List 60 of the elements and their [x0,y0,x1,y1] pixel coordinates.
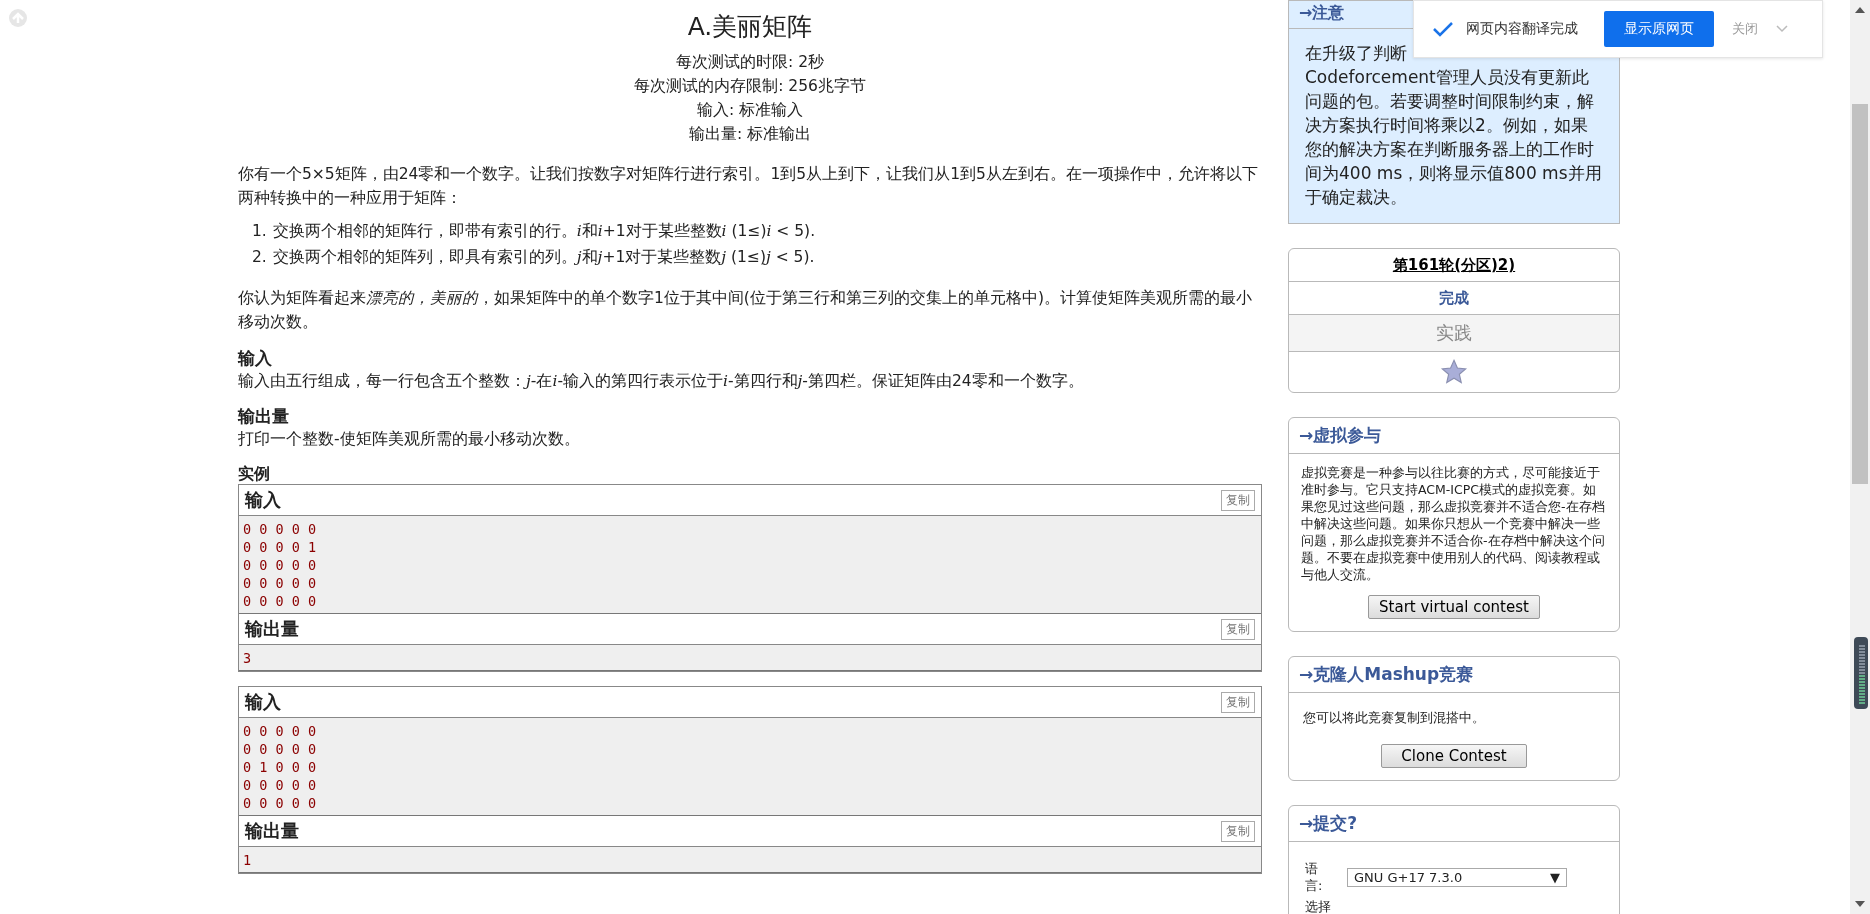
contest-link[interactable]: 第161轮(分区)2) [1392,256,1516,274]
limit-text: 每次测试的时限: 2秒 [675,52,825,73]
mashup-text: 您可以将此竞赛复制到混搭中。 [1302,709,1486,727]
code-line: 0 0 0 0 0 [243,722,318,740]
problem-title: A.美丽矩阵 [686,11,814,43]
code-line: 0 1 0 0 0 [243,758,318,776]
show-original-button[interactable]: 显示原网页 [1604,11,1714,47]
example-output-title: 输出量 [245,819,299,843]
code-line: 0 0 0 0 0 [243,794,318,812]
contest-status: 完成 [1439,289,1469,307]
list-number: 2. [252,247,267,268]
copy-button[interactable]: 复制 [1221,489,1255,511]
language-label: 语言: [1305,860,1324,894]
section-title: 输出量 [238,405,290,428]
scroll-down-icon[interactable] [1854,900,1866,908]
copy-button[interactable]: 复制 [1221,820,1255,842]
copy-button[interactable]: 复制 [1221,618,1255,640]
section-text: 输入由五行组成，每一行包含五个整数：j-在i-输入的第四行表示位于i-第四行和j-第四栏。保证矩阵由24零和一个数字。 [238,371,1085,392]
scrollbar-thumb[interactable] [1852,104,1868,484]
clone-button[interactable]: Clone Contest [1381,744,1527,768]
check-icon [1432,21,1454,37]
examples-title: 实例 [238,464,271,484]
meter-widget-icon[interactable] [1854,637,1868,709]
example-output-title: 输出量 [245,617,299,641]
code-line: 0 0 0 0 0 [243,740,318,758]
code-line: 3 [243,649,253,667]
code-line: 1 [243,851,253,869]
notice-text: 在升级了判断 [1305,42,1408,65]
box-title: →虚拟参与 [1289,418,1619,454]
statement-text: 你有一个5×5矩阵，由24零和一个数字。让我们按数字对矩阵行进行索引。1到5从上到下，让我们从1到5从左到右。在一项操作中，允许将以下两种转换中的一种应用于矩阵： [238,164,1259,209]
close-button[interactable]: 关闭 [1726,19,1764,39]
virtual-text: 虚拟竞赛是一种参与以往比赛的方式，尽可能接近于准时参与。它只支持ACM-ICPC模式的虚拟竞赛。如果您见过这些问题，那么虚拟竞赛并不适合您-在存档中解决这些问题。如果你只想从一个竞赛中解决一些问题，那么虚拟竞赛并不适合你-在存档中解决这个问题。不要在虚拟竞赛中使用别人的代码、阅读教程或与他人交流。 [1301,464,1606,583]
code-line: 0 0 0 0 0 [243,776,318,794]
chevron-down-icon[interactable] [1776,25,1788,33]
code-line: 0 0 0 0 0 [243,520,318,538]
box-title: →克隆人Mashup竞赛 [1289,657,1619,693]
list-number: 1. [252,221,267,242]
operation-text: 交换两个相邻的矩阵行，即带有索引的行。i和i+1对于某些整数i (1≤)i < 5). [272,221,816,242]
example-input-title: 输入 [245,690,281,714]
section-title: 输入 [238,347,273,370]
language-select[interactable]: GNU G+17 7.3.0 ▼ [1347,868,1567,887]
limit-text: 输出量: 标准输出 [687,124,813,145]
section-text: 打印一个整数-使矩阵美观所需的最小移动次数。 [238,429,581,450]
code-line: 0 0 0 0 0 [243,574,318,592]
box-title: →提交? [1289,806,1619,842]
definition-text: 你认为矩阵看起来漂亮的，美丽的，如果矩阵中的单个数字1位于其中间(位于第三行和第三列的交集上的单元格中)。计算使矩阵美观所需的最小移动次数。 [238,288,1253,333]
file-label: 选择 [1305,898,1331,914]
code-line: 0 0 0 0 0 [243,592,318,610]
notice-text: Codeforcement管理人员没有更新此问题的包。若要调整时间限制约束，解决方案执行时间将乘以2。例如，如果您的解决方案在判断服务器上的工作时间为400 ms，则将显示值800 ms并用于确定裁决。 [1305,66,1603,209]
contest-phase: 实践 [1436,322,1472,343]
copy-button[interactable]: 复制 [1221,691,1255,713]
code-line: 0 0 0 0 0 [243,556,318,574]
scroll-up-icon[interactable] [1854,6,1866,14]
limit-text: 每次测试的内存限制: 256兆字节 [633,76,867,97]
start-virtual-button[interactable]: Start virtual contest [1368,595,1540,619]
code-line: 0 0 0 0 1 [243,538,318,556]
limit-text: 输入: 标准输入 [695,100,805,121]
operation-text: 交换两个相邻的矩阵列，即具有索引的列。j和j+1对于某些整数j (1≤)j < 5). [272,247,815,268]
star-icon[interactable] [1440,358,1468,386]
example-input-title: 输入 [245,488,281,512]
